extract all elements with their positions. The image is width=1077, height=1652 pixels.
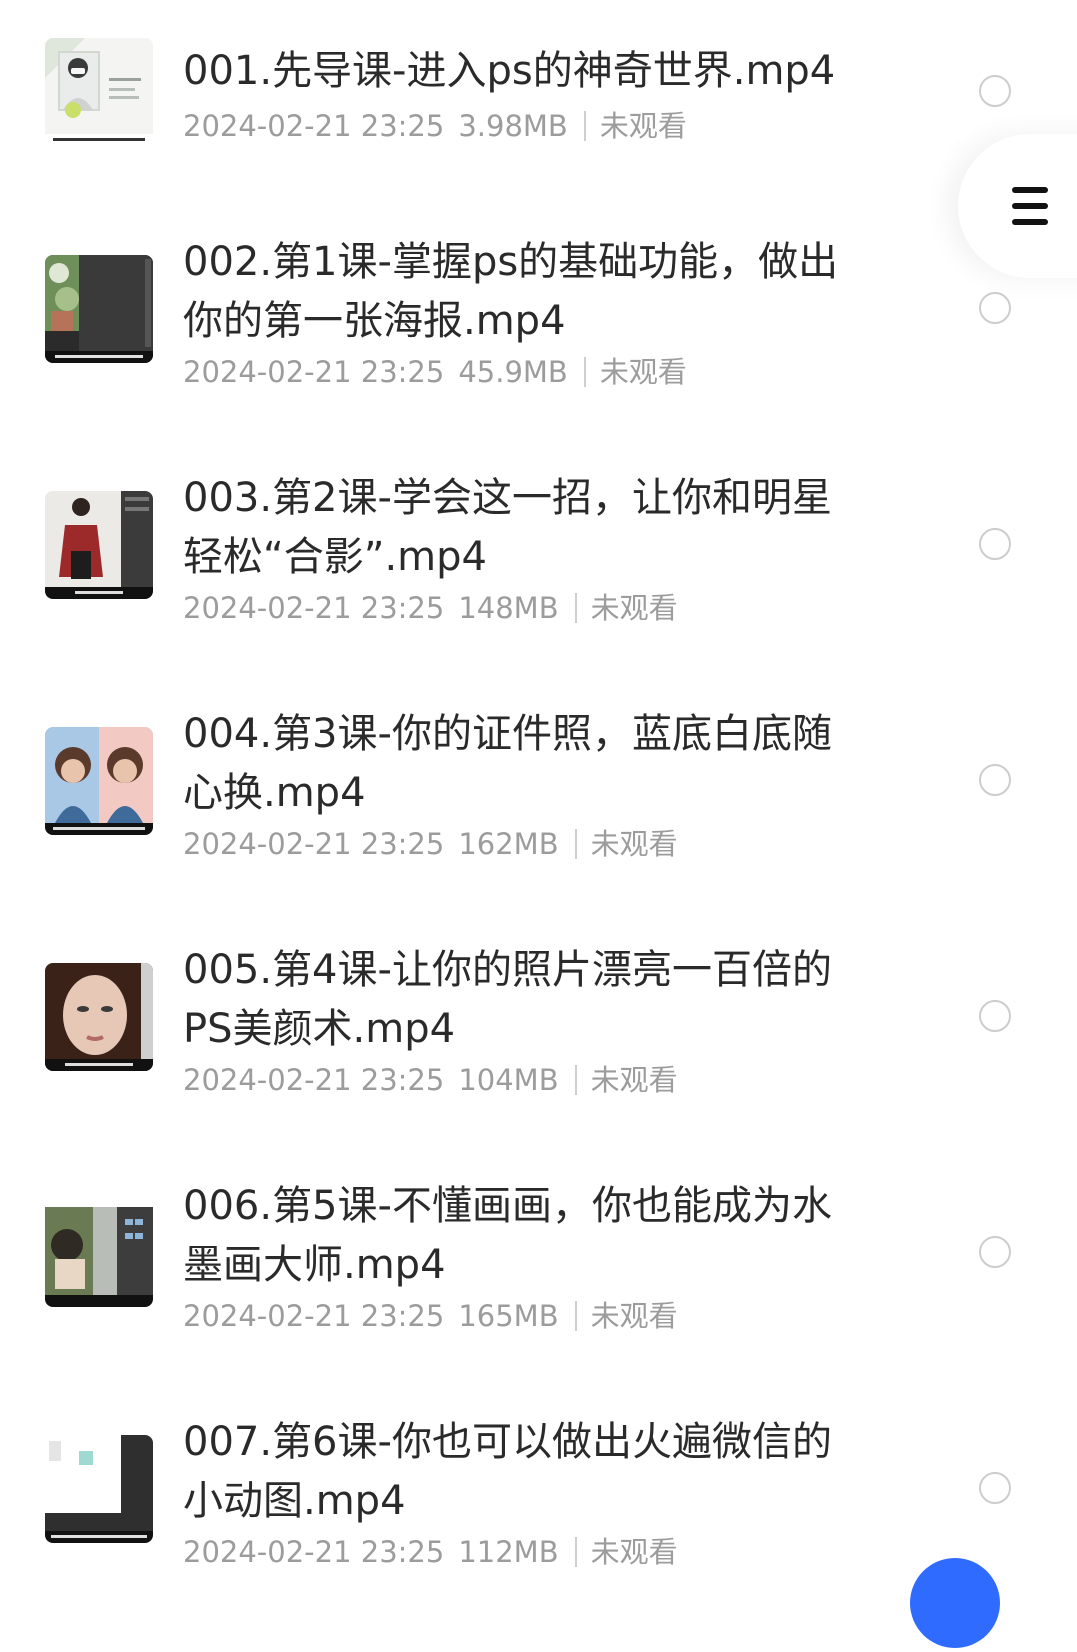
file-date: 2024-02-21 23:25 [183,109,445,143]
select-radio[interactable] [979,764,1011,796]
video-thumbnail[interactable] [45,963,153,1071]
divider [574,829,577,859]
divider [583,111,586,141]
file-meta: 2024-02-21 23:25 112MB 未观看 [183,1534,678,1570]
file-row[interactable]: 003.第2课-学会这一招，让你和明星轻松“合影”.mp4 2024-02-21… [0,472,1077,708]
file-title[interactable]: 006.第5课-不懂画画，你也能成为水墨画大师.mp4 [183,1177,853,1295]
file-title[interactable]: 001.先导课-进入ps的神奇世界.mp4 [183,42,853,101]
file-size: 112MB [458,1535,559,1569]
file-date: 2024-02-21 23:25 [183,591,445,625]
file-date: 2024-02-21 23:25 [183,827,445,861]
file-meta: 2024-02-21 23:25 104MB 未观看 [183,1062,678,1098]
watch-status: 未观看 [599,109,687,143]
select-radio[interactable] [979,1000,1011,1032]
watch-status: 未观看 [590,1299,678,1333]
file-row[interactable]: 002.第1课-掌握ps的基础功能，做出你的第一张海报.mp4 2024-02-… [0,236,1077,472]
file-title[interactable]: 004.第3课-你的证件照，蓝底白底随心换.mp4 [183,705,853,823]
video-thumbnail[interactable] [45,255,153,363]
video-thumbnail[interactable] [45,491,153,599]
file-date: 2024-02-21 23:25 [183,1299,445,1333]
divider [583,357,586,387]
file-meta: 2024-02-21 23:25 45.9MB 未观看 [183,354,687,390]
divider [574,593,577,623]
video-thumbnail[interactable] [45,1435,153,1543]
file-title[interactable]: 007.第6课-你也可以做出火遍微信的小动图.mp4 [183,1413,853,1531]
file-row[interactable]: 001.先导课-进入ps的神奇世界.mp4 2024-02-21 23:25 3.… [0,0,1077,236]
file-size: 162MB [458,827,559,861]
file-row[interactable]: 005.第4课-让你的照片漂亮一百倍的PS美颜术.mp4 2024-02-21 … [0,944,1077,1180]
file-title[interactable]: 003.第2课-学会这一招，让你和明星轻松“合影”.mp4 [183,469,853,587]
select-radio[interactable] [979,292,1011,324]
file-meta: 2024-02-21 23:25 3.98MB 未观看 [183,108,687,144]
file-title[interactable]: 002.第1课-掌握ps的基础功能，做出你的第一张海报.mp4 [183,233,853,351]
file-meta: 2024-02-21 23:25 165MB 未观看 [183,1298,678,1334]
divider [574,1301,577,1331]
select-radio[interactable] [979,75,1011,107]
file-size: 104MB [458,1063,559,1097]
divider [574,1065,577,1095]
watch-status: 未观看 [599,355,687,389]
file-list: 001.先导课-进入ps的神奇世界.mp4 2024-02-21 23:25 3.… [0,0,1077,1571]
watch-status: 未观看 [590,1535,678,1569]
select-radio[interactable] [979,1236,1011,1268]
file-size: 3.98MB [458,109,568,143]
floating-action-button[interactable] [910,1558,1000,1648]
video-thumbnail[interactable] [45,727,153,835]
hamburger-menu-icon [1012,187,1048,225]
file-size: 165MB [458,1299,559,1333]
watch-status: 未观看 [590,827,678,861]
divider [574,1537,577,1567]
select-radio[interactable] [979,1472,1011,1504]
file-size: 148MB [458,591,559,625]
file-date: 2024-02-21 23:25 [183,1063,445,1097]
video-thumbnail[interactable] [45,1199,153,1307]
select-radio[interactable] [979,528,1011,560]
video-thumbnail[interactable] [45,38,153,146]
file-meta: 2024-02-21 23:25 162MB 未观看 [183,826,678,862]
file-row[interactable]: 006.第5课-不懂画画，你也能成为水墨画大师.mp4 2024-02-21 2… [0,1180,1077,1416]
watch-status: 未观看 [590,591,678,625]
file-date: 2024-02-21 23:25 [183,355,445,389]
file-meta: 2024-02-21 23:25 148MB 未观看 [183,590,678,626]
watch-status: 未观看 [590,1063,678,1097]
file-row[interactable]: 004.第3课-你的证件照，蓝底白底随心换.mp4 2024-02-21 23:… [0,708,1077,944]
file-title[interactable]: 005.第4课-让你的照片漂亮一百倍的PS美颜术.mp4 [183,941,853,1059]
file-size: 45.9MB [458,355,568,389]
file-date: 2024-02-21 23:25 [183,1535,445,1569]
